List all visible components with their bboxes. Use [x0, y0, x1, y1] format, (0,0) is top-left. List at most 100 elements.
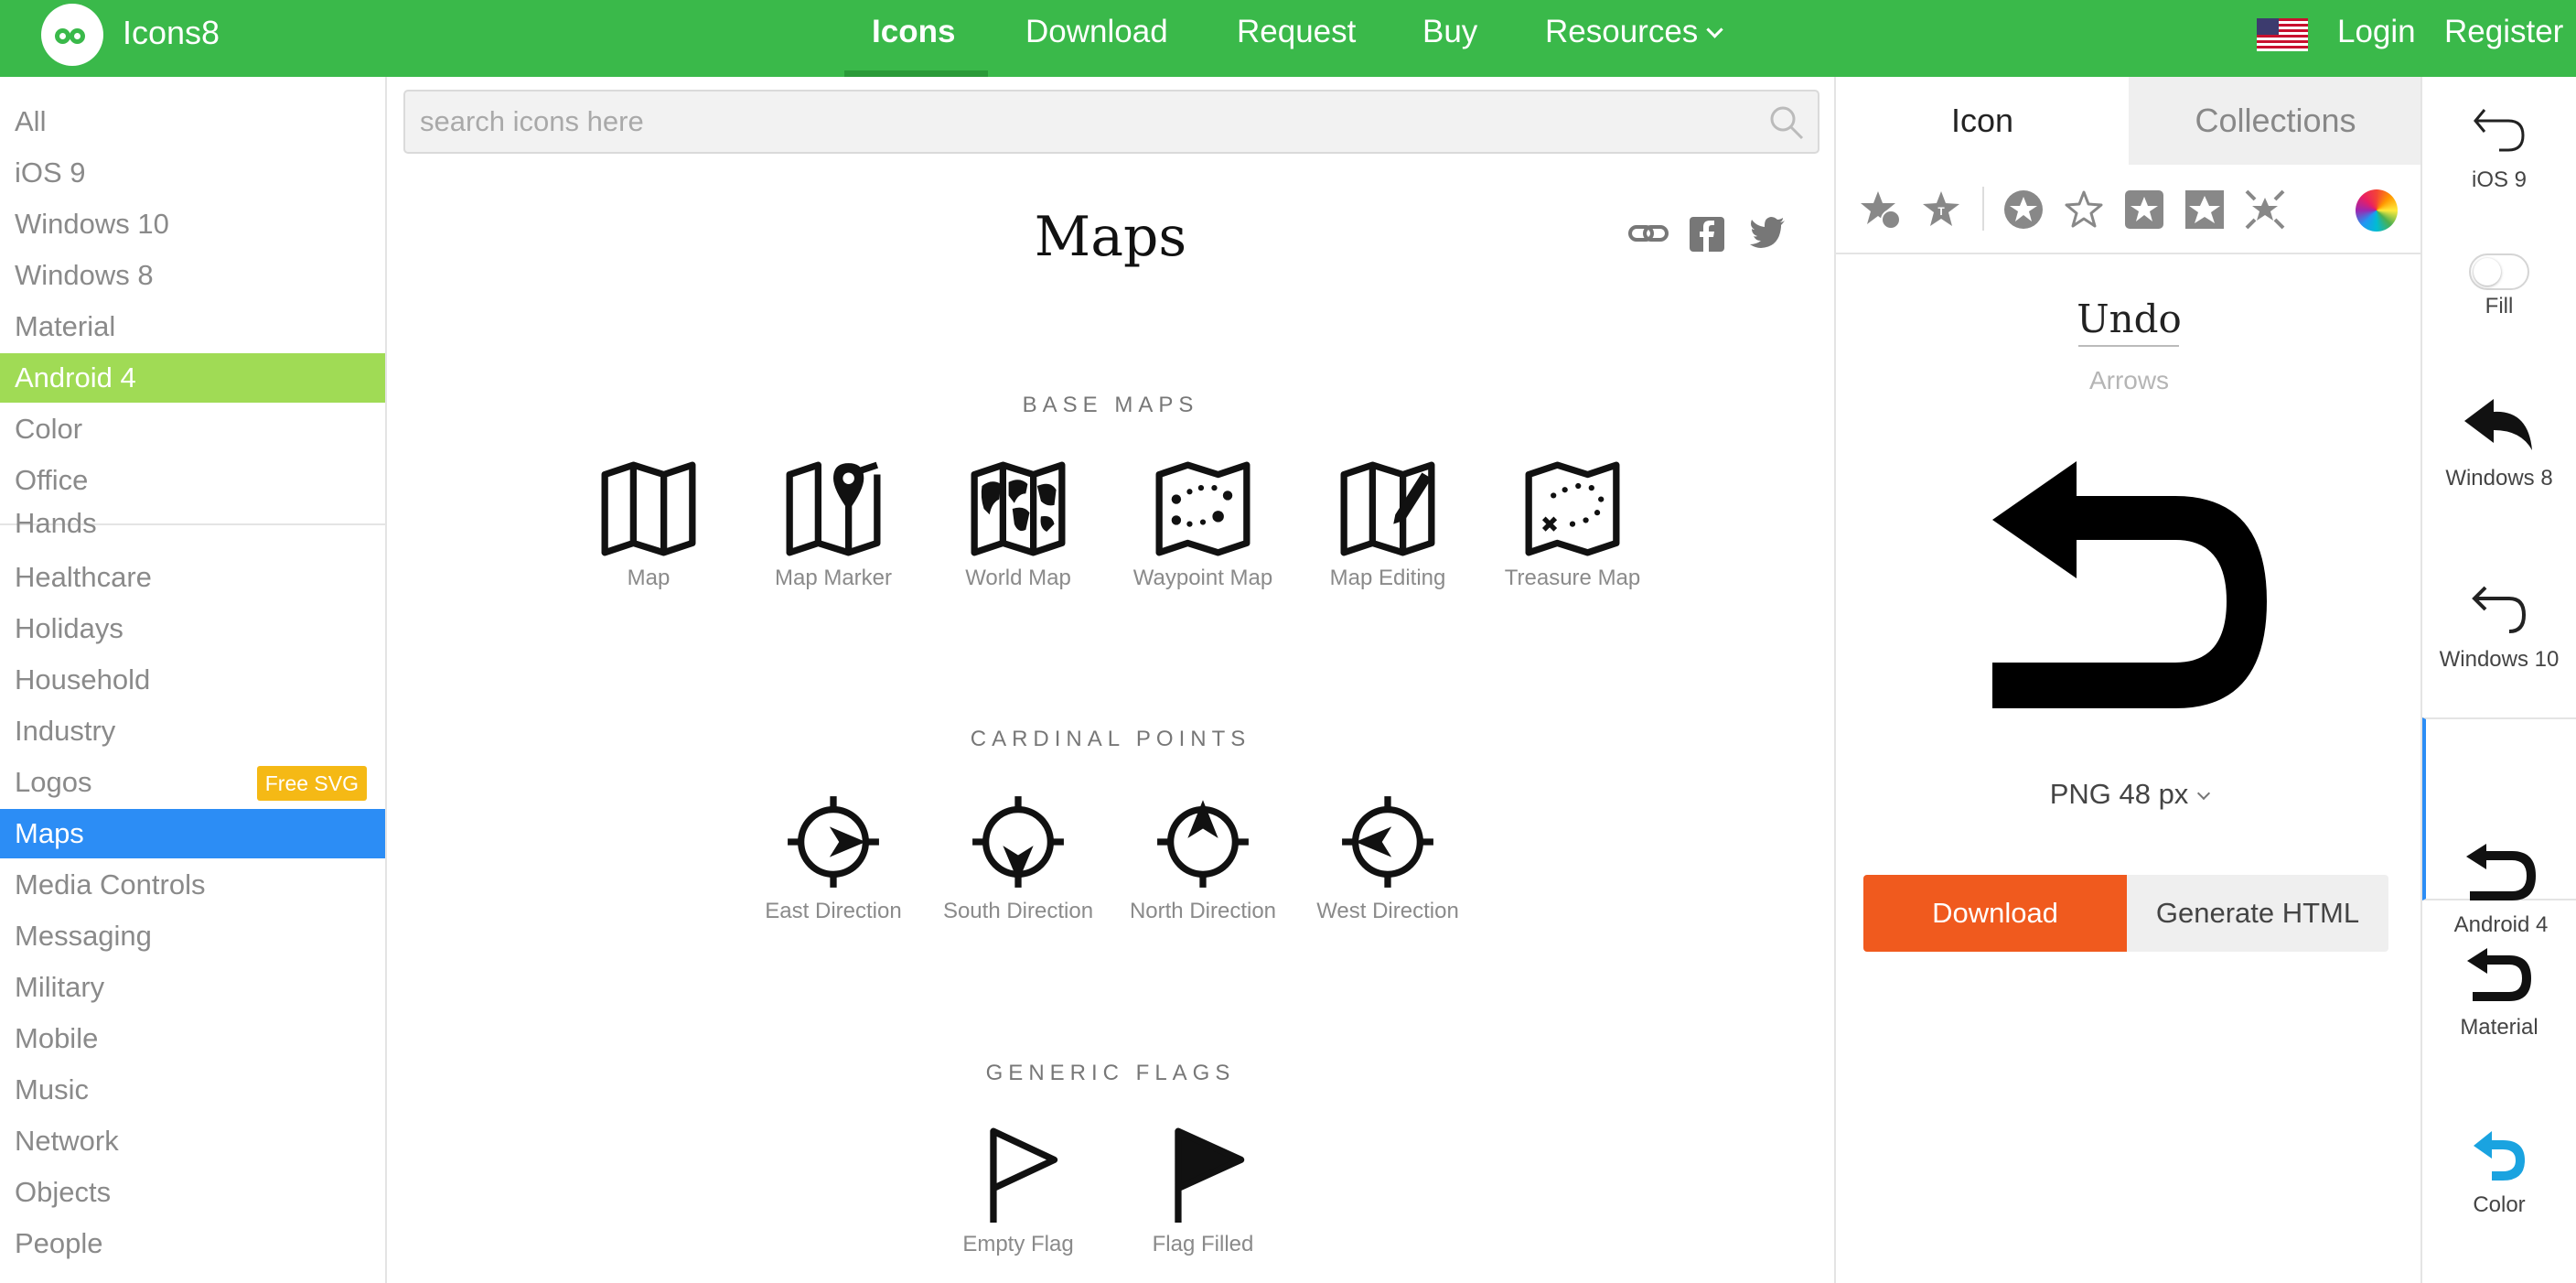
category-logos[interactable]: Logos Free SVG	[0, 758, 385, 807]
icon-tile-map-marker[interactable]: Map Marker	[742, 461, 925, 591]
east-direction-icon	[788, 796, 879, 888]
icon-tile-waypoint-map[interactable]: Waypoint Map	[1111, 461, 1294, 591]
format-dropdown[interactable]: PNG 48 px	[1836, 778, 2422, 811]
search-bar	[403, 90, 1819, 154]
icon-label: South Direction	[942, 899, 1094, 923]
icon-category[interactable]: Arrows	[1836, 366, 2422, 395]
category-people[interactable]: People	[0, 1219, 385, 1268]
icon-tile-treasure-map[interactable]: Treasure Map	[1481, 461, 1664, 591]
nav-icons[interactable]: Icons	[872, 14, 955, 50]
star-add-icon[interactable]	[1860, 189, 1902, 231]
star-square-icon[interactable]	[2123, 189, 2165, 231]
platform-ios9[interactable]: iOS 9	[0, 148, 385, 198]
variant-label: Windows 8	[2445, 466, 2553, 491]
nav-resources[interactable]: Resources	[1545, 14, 1723, 50]
style-variants-column: iOS 9 Fill Windows 8 Windows 10 Android …	[2420, 77, 2576, 1283]
nav-request[interactable]: Request	[1237, 14, 1356, 50]
section-title-generic-flags: GENERIC FLAGS	[985, 1061, 1236, 1085]
nav-download[interactable]: Download	[1025, 14, 1168, 50]
platform-material[interactable]: Material	[0, 302, 385, 351]
link-icon[interactable]	[1627, 217, 1669, 250]
variant-label: Fill	[2485, 294, 2514, 318]
star-outline-icon[interactable]	[2063, 189, 2105, 231]
tab-collections[interactable]: Collections	[2129, 77, 2422, 165]
platform-android4[interactable]: Android 4	[0, 353, 385, 403]
icon-label: Flag Filled	[1152, 1232, 1254, 1256]
undo-icon-preview	[1992, 461, 2267, 708]
star-text-icon[interactable]: T	[1920, 189, 1962, 231]
category-messaging[interactable]: Messaging	[0, 911, 385, 961]
star-box-icon[interactable]	[2184, 189, 2226, 231]
icon-tile-flag-filled[interactable]: Flag Filled	[1111, 1127, 1294, 1257]
icon-tile-world-map[interactable]: World Map	[927, 461, 1110, 591]
twitter-icon[interactable]	[1749, 217, 1786, 248]
variant-ios9[interactable]: iOS 9	[2422, 104, 2576, 193]
icons8-logo-icon[interactable]	[41, 4, 103, 66]
us-flag-icon[interactable]	[2257, 18, 2308, 51]
icon-detail-panel: Icon Collections T Undo Arrows PNG 48 px…	[1834, 77, 2422, 1283]
platform-windows10[interactable]: Windows 10	[0, 199, 385, 249]
register-link[interactable]: Register	[2444, 14, 2563, 50]
undo-solid-icon	[2464, 399, 2532, 450]
variant-material[interactable]: Material	[2422, 946, 2576, 1040]
star-crop-icon[interactable]	[2244, 189, 2286, 231]
main-content: Maps BASE MAPS Map Map Marker	[387, 77, 1834, 1283]
waypoint-map-icon	[1155, 461, 1250, 556]
category-household[interactable]: Household	[0, 655, 385, 705]
variant-label: Windows 10	[2439, 647, 2560, 672]
empty-flag-icon	[990, 1127, 1058, 1223]
color-picker-icon[interactable]	[2356, 189, 2398, 232]
variant-fill-toggle[interactable]: Fill	[2422, 253, 2576, 319]
platform-office[interactable]: Office	[0, 456, 385, 505]
variant-windows10[interactable]: Windows 10	[2422, 582, 2576, 673]
generate-html-button[interactable]: Generate HTML	[2127, 875, 2388, 952]
category-music[interactable]: Music	[0, 1065, 385, 1115]
login-link[interactable]: Login	[2337, 14, 2416, 50]
icon-label: West Direction	[1316, 899, 1459, 923]
search-input[interactable]	[405, 92, 1759, 152]
icon-name: Undo	[2077, 296, 2182, 341]
nav-buy[interactable]: Buy	[1422, 14, 1477, 50]
search-icon[interactable]	[1768, 104, 1805, 141]
category-holidays[interactable]: Holidays	[0, 604, 385, 653]
icon-tile-map-editing[interactable]: Map Editing	[1296, 461, 1479, 591]
icon-tile-north-direction[interactable]: North Direction	[1111, 794, 1294, 924]
icon-label: North Direction	[1129, 899, 1277, 923]
variant-android4[interactable]: Android 4	[2422, 717, 2576, 937]
undo-thin-icon	[2474, 109, 2525, 152]
category-healthcare[interactable]: Healthcare	[0, 553, 385, 602]
icon-tile-empty-flag[interactable]: Empty Flag	[927, 1127, 1110, 1257]
icon-tile-map[interactable]: Map	[557, 461, 740, 591]
category-mobile[interactable]: Mobile	[0, 1014, 385, 1063]
fill-toggle[interactable]	[2469, 253, 2529, 290]
free-svg-badge: Free SVG	[256, 766, 367, 801]
facebook-icon[interactable]	[1690, 217, 1724, 252]
variant-windows8[interactable]: Windows 8	[2422, 395, 2576, 491]
category-media-controls[interactable]: Media Controls	[0, 860, 385, 910]
download-button[interactable]: Download	[1863, 875, 2127, 952]
category-network[interactable]: Network	[0, 1116, 385, 1166]
brand-name[interactable]: Icons8	[123, 14, 220, 52]
category-hands[interactable]: Hands	[0, 499, 385, 548]
undo-material-icon	[2467, 948, 2531, 1001]
icon-tile-west-direction[interactable]: West Direction	[1296, 794, 1479, 924]
variant-color[interactable]: Color	[2422, 1129, 2576, 1218]
icon-tile-south-direction[interactable]: South Direction	[927, 794, 1110, 924]
platform-color[interactable]: Color	[0, 404, 385, 454]
platform-windows8[interactable]: Windows 8	[0, 251, 385, 300]
flag-filled-icon	[1175, 1127, 1245, 1223]
tab-icon[interactable]: Icon	[1836, 77, 2129, 165]
platform-all[interactable]: All	[0, 97, 385, 146]
category-maps[interactable]: Maps	[0, 809, 385, 858]
category-objects[interactable]: Objects	[0, 1168, 385, 1217]
icon-label: Map Editing	[1329, 566, 1446, 590]
style-toolbar: T	[1836, 165, 2422, 254]
treasure-map-icon	[1525, 461, 1620, 556]
category-industry[interactable]: Industry	[0, 706, 385, 756]
icon-name-underline	[2078, 345, 2179, 347]
icon-tile-east-direction[interactable]: East Direction	[742, 794, 925, 924]
section-title-cardinal-points: CARDINAL POINTS	[970, 727, 1251, 751]
category-military[interactable]: Military	[0, 963, 385, 1012]
star-circle-icon[interactable]	[2002, 189, 2045, 231]
south-direction-icon	[972, 796, 1064, 888]
